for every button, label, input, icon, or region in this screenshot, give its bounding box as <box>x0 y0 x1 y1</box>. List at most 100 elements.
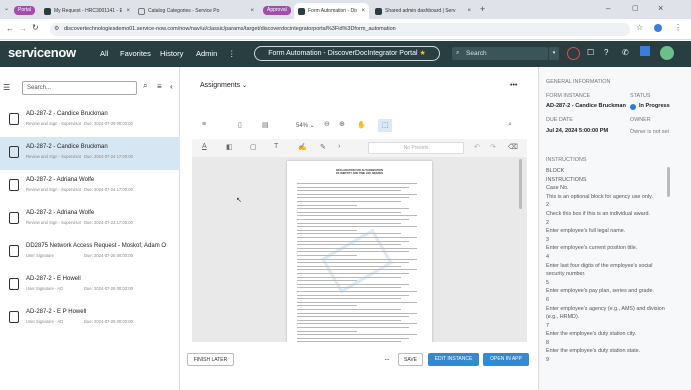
instructions-scrollbar[interactable] <box>667 167 670 197</box>
chat-icon[interactable]: ☐ <box>587 48 594 57</box>
nav-history[interactable]: History <box>160 41 183 67</box>
finish-later-button[interactable]: FINISH LATER <box>187 353 234 366</box>
maximize-button[interactable]: ▢ <box>632 4 639 12</box>
servicenow-favicon-icon <box>298 7 305 15</box>
sidebar-toggle-icon[interactable]: ▯ <box>238 121 242 129</box>
document-text-line <box>297 283 409 285</box>
user-avatar[interactable] <box>660 46 674 60</box>
document-text-line <box>297 269 417 271</box>
forward-icon[interactable]: → <box>19 24 27 33</box>
notifications-icon[interactable] <box>640 46 650 56</box>
tab-search-icon[interactable]: ⌄ <box>4 5 9 12</box>
highlight-icon[interactable]: ◧ <box>226 143 233 151</box>
document-text-line <box>297 215 417 217</box>
list-item[interactable]: AD-287-2 - Adriana Wolfe Review and Sign… <box>0 170 180 203</box>
status-dot-icon <box>630 104 636 110</box>
minimize-button[interactable]: – <box>606 4 610 13</box>
tab-catalog-categories[interactable]: Catalog Categories - Service Po × <box>134 3 258 19</box>
filter-icon[interactable]: ≡ <box>157 82 162 91</box>
assignments-dropdown[interactable]: Assignments ⌄ <box>200 82 247 89</box>
close-icon[interactable]: × <box>246 8 254 14</box>
search-icon: ⌕ <box>456 50 460 56</box>
reload-icon[interactable]: ↻ <box>32 23 39 32</box>
tab-form-automation[interactable]: Form Automation - DiscoverDoc × <box>294 3 369 19</box>
document-text-line <box>297 334 417 336</box>
search-icon[interactable]: ⌕ <box>508 121 512 129</box>
selection-tool-icon[interactable]: ⬚ <box>378 119 392 132</box>
search-icon[interactable]: ⌕ <box>143 81 153 95</box>
list-item[interactable]: AD-287-2 - Adriana Wolfe Review and Sign… <box>0 203 180 236</box>
document-icon <box>9 113 19 125</box>
page-favicon-icon <box>138 7 145 15</box>
scrollbar[interactable] <box>519 159 522 209</box>
text-tool-icon[interactable]: T <box>274 143 278 150</box>
close-icon[interactable]: × <box>463 8 471 14</box>
zoom-in-icon[interactable]: ⊕ <box>339 120 345 128</box>
form-instance-value: AD-287-2 - Candice Bruckman <box>546 103 626 109</box>
document-text-line <box>297 287 401 289</box>
browser-menu-icon[interactable]: ⋮ <box>674 23 682 32</box>
redo-icon[interactable]: ↷ <box>490 143 496 151</box>
servicenow-logo[interactable]: servicenow <box>8 45 76 60</box>
close-icon[interactable]: × <box>122 8 130 14</box>
pan-hand-icon[interactable]: ✋ <box>357 121 366 129</box>
new-tab-button[interactable]: + <box>480 4 485 14</box>
collapse-panel-icon[interactable]: ‹ <box>170 82 173 91</box>
record-icon[interactable] <box>567 47 580 60</box>
eraser-icon[interactable]: ⌫ <box>508 143 518 151</box>
presets-select[interactable]: No Presets <box>368 142 464 154</box>
phone-icon[interactable]: ✆ <box>622 48 629 57</box>
list-item[interactable]: AD-287-2 - Candice Bruckman Review and S… <box>0 104 180 137</box>
save-button[interactable]: SAVE <box>398 353 423 366</box>
document-icon <box>9 179 19 191</box>
zoom-out-icon[interactable]: ⊖ <box>324 120 330 128</box>
document-text-line <box>297 309 401 310</box>
search-scope-dropdown[interactable]: ▾ <box>549 47 559 60</box>
favorite-star-icon[interactable]: ★ <box>420 50 426 57</box>
site-info-icon[interactable]: ⚙ <box>54 23 59 36</box>
instructions-title: INSTRUCTIONS <box>546 157 587 163</box>
signature-icon[interactable]: ✍ <box>298 143 307 151</box>
tab-shared-admin-dashboard[interactable]: Shared admin dashboard | Serv × <box>371 3 475 19</box>
nav-favorites[interactable]: Favorites <box>120 41 151 67</box>
edit-instance-button[interactable]: EDIT INSTANCE <box>428 353 479 366</box>
more-actions-button[interactable]: ... <box>380 353 394 366</box>
context-title-pill[interactable]: Form Automation - DiscoverDocIntegrator … <box>254 46 440 61</box>
close-icon[interactable]: × <box>357 8 365 14</box>
document-text-line <box>297 204 357 206</box>
nav-admin[interactable]: Admin <box>196 41 217 67</box>
more-options-icon[interactable]: ••• <box>510 82 517 89</box>
pen-icon[interactable]: ✎ <box>320 143 326 151</box>
document-icon <box>9 245 19 257</box>
list-item[interactable]: DD2875 Network Access Request - Moskof, … <box>0 236 180 269</box>
bookmark-star-icon[interactable]: ☆ <box>636 23 643 32</box>
url-field[interactable]: ⚙ discovertechnologiesdemo01.service-now… <box>50 23 630 36</box>
assignment-search-input[interactable]: Search... <box>22 81 137 95</box>
list-item[interactable]: AD-287-2 - E Howell User Signature - AD … <box>0 269 180 302</box>
tab-approval[interactable]: Approval <box>263 6 291 15</box>
chevron-right-icon[interactable]: › <box>338 143 340 150</box>
open-in-app-button[interactable]: OPEN IN APP <box>483 353 529 366</box>
tab-my-request[interactable]: My Request - HRC3001141 - Ex × <box>40 3 134 19</box>
document-text-line <box>297 258 417 260</box>
text-underline-icon[interactable]: A <box>202 143 207 150</box>
list-menu-icon[interactable]: ☰ <box>3 83 10 92</box>
menu-icon[interactable]: ≡ <box>202 121 206 128</box>
tab-portal[interactable]: Portal <box>14 6 36 15</box>
zoom-level-select[interactable]: 54% ⌄ <box>296 122 315 129</box>
profile-icon[interactable] <box>654 24 662 32</box>
more-menu-icon[interactable]: ⋮ <box>228 41 236 67</box>
help-icon[interactable]: ? <box>604 48 608 57</box>
undo-icon[interactable]: ↶ <box>474 143 480 151</box>
nav-all[interactable]: All <box>100 41 108 67</box>
back-icon[interactable]: ← <box>6 24 14 33</box>
list-item[interactable]: AD-287-2 - E P Howell User Signature - A… <box>0 302 180 335</box>
page-view-icon[interactable]: ▤ <box>262 121 269 129</box>
pdf-viewer[interactable]: DECLARATION FOR AUTHORIZATION OF IDENTIT… <box>192 157 527 342</box>
document-text-line <box>297 316 409 318</box>
document-text-line <box>297 211 401 213</box>
rectangle-icon[interactable]: ▢ <box>250 143 257 151</box>
list-item[interactable]: AD-287-2 - Candice Bruckman Review and S… <box>0 137 180 170</box>
close-window-button[interactable]: × <box>658 3 663 13</box>
global-search-input[interactable]: ⌕ Search <box>452 47 548 60</box>
